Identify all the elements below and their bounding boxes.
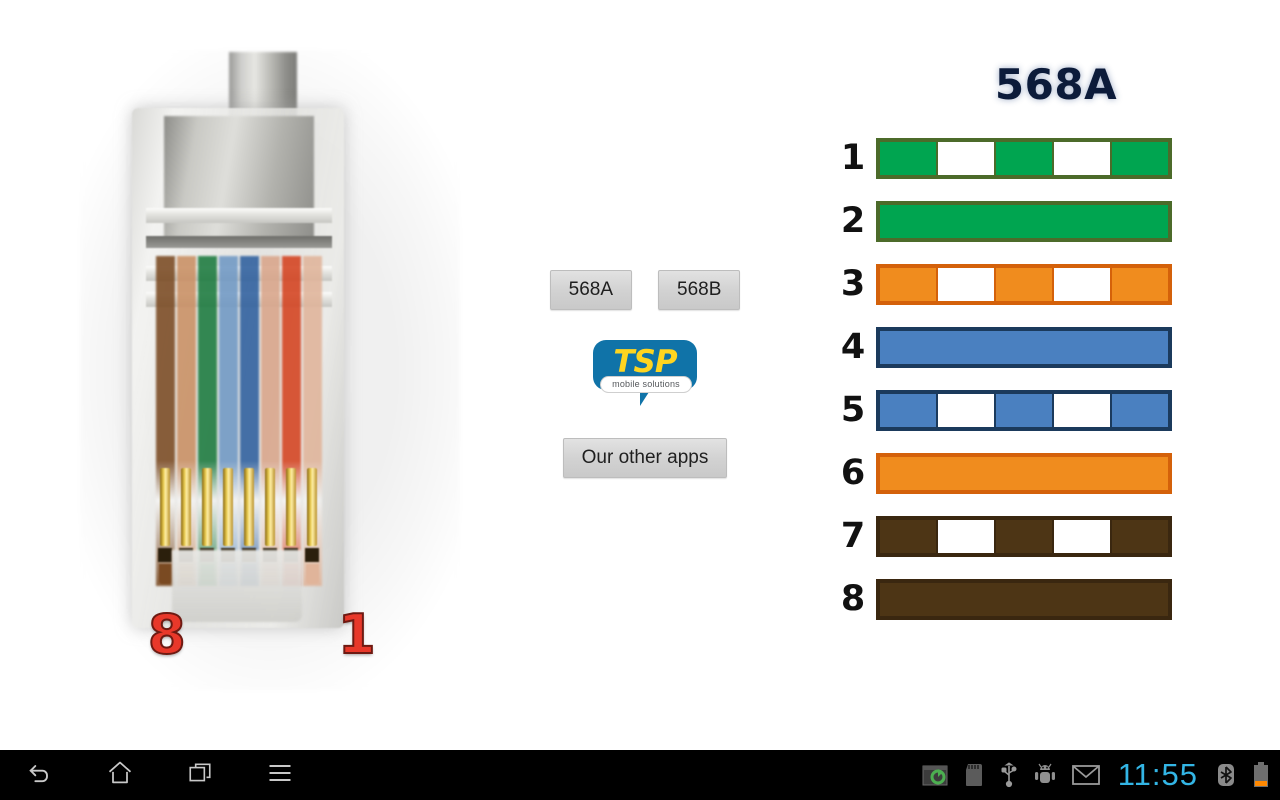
connector-gold-pin (307, 468, 317, 546)
connector-gold-pin (244, 468, 254, 546)
wire-stripe-color (996, 142, 1052, 175)
our-other-apps-button[interactable]: Our other apps (562, 438, 728, 478)
wiring-diagram: 568A 1 2 3 4 5 6 7 8 (830, 60, 1230, 631)
wire-color-bar (876, 516, 1172, 557)
wire-row: 2 (830, 190, 1230, 253)
connector-shield (164, 116, 314, 244)
wire-pin-number: 8 (840, 579, 866, 619)
tsp-logo[interactable]: TSP mobile solutions (593, 340, 697, 412)
connector-pin-cap (158, 548, 172, 562)
logo-wordmark: TSP (613, 344, 677, 380)
back-button[interactable] (0, 750, 80, 800)
wire-row: 1 (830, 127, 1230, 190)
recent-apps-icon (187, 760, 213, 791)
android-debug-icon[interactable] (1034, 763, 1056, 787)
connector-gold-pin (223, 468, 233, 546)
connector-gold-pin (265, 468, 275, 546)
connector-pin-cap (305, 548, 319, 562)
connector-ridge (146, 236, 332, 248)
android-system-bar: 11:55 (0, 750, 1280, 800)
connector-gold-pin (286, 468, 296, 546)
wire-stripe-color (1112, 142, 1168, 175)
wire-stripe-white (936, 142, 996, 175)
wire-color-bar (876, 390, 1172, 431)
battery-low-icon[interactable] (1252, 762, 1270, 788)
wire-pin-number: 2 (840, 201, 866, 241)
wire-row: 8 (830, 568, 1230, 631)
connector-pin-tip (306, 564, 319, 584)
recent-apps-button[interactable] (160, 750, 240, 800)
sync-icon[interactable] (922, 764, 948, 786)
connector-gold-pin (160, 468, 170, 546)
sd-card-icon[interactable] (964, 763, 984, 787)
home-icon (106, 759, 134, 792)
logo-container: TSP mobile solutions (520, 340, 770, 412)
wire-stripe-white (936, 520, 996, 553)
app-content: 8 1 568A 568B TSP mobile solutions Our o… (0, 0, 1280, 750)
logo-tagline: mobile solutions (600, 376, 692, 393)
wire-pin-number: 4 (840, 327, 866, 367)
standard-568b-button[interactable]: 568B (658, 270, 741, 310)
connector-gold-pin (202, 468, 212, 546)
navigation-keys (0, 750, 320, 800)
wire-stripe-color (1112, 268, 1168, 301)
connector-gold-pin (181, 468, 191, 546)
wire-pin-number: 3 (840, 264, 866, 304)
wire-stripe-color (996, 520, 1052, 553)
wire-stripe-color (880, 142, 936, 175)
menu-icon (266, 761, 294, 790)
wire-stripe-color (1112, 394, 1168, 427)
wire-row: 3 (830, 253, 1230, 316)
pin-number-right: 1 (337, 603, 377, 666)
wire-color-bar (876, 453, 1172, 494)
rj45-connector-photo: 8 1 (60, 30, 480, 710)
wire-stripe-white (1052, 142, 1112, 175)
wire-stripe-white (936, 268, 996, 301)
status-clock: 11:55 (1117, 757, 1198, 792)
wire-color-bar (876, 579, 1172, 620)
wire-stripe-color (996, 268, 1052, 301)
connector-latch (172, 550, 302, 622)
wire-row: 5 (830, 379, 1230, 442)
wire-bundle (156, 256, 324, 586)
usb-icon[interactable] (1000, 762, 1018, 788)
wire-color-bar (876, 201, 1172, 242)
standard-selector: 568A 568B (520, 270, 770, 310)
wire-color-bar (876, 138, 1172, 179)
logo-bubble-tail (640, 392, 649, 406)
wire-pin-number: 5 (840, 390, 866, 430)
wire-stripe-color (880, 520, 936, 553)
wire-row: 6 (830, 442, 1230, 505)
standard-568a-button[interactable]: 568A (549, 270, 632, 310)
gmail-icon[interactable] (1071, 764, 1100, 786)
status-icons: 11:55 (922, 750, 1270, 800)
back-arrow-icon (26, 759, 54, 792)
wire-stripe-white (1052, 394, 1112, 427)
bluetooth-icon[interactable] (1216, 763, 1236, 787)
wire-stripe-white (1052, 520, 1112, 553)
wire-pin-number: 6 (840, 453, 866, 493)
wire-pin-number: 1 (840, 138, 866, 178)
wire-stripe-color (880, 394, 936, 427)
wire-color-bar (876, 264, 1172, 305)
wire-stripe-color (1112, 520, 1168, 553)
connector-pin-tip (159, 564, 172, 584)
wire-stripe-color (880, 268, 936, 301)
other-apps-container: Our other apps (520, 438, 770, 478)
wire-stripe-color (996, 394, 1052, 427)
wire-pin-number: 7 (840, 516, 866, 556)
diagram-title: 568A (994, 60, 1118, 109)
connector-ridge (146, 208, 332, 223)
menu-button[interactable] (240, 750, 320, 800)
wire-row: 4 (830, 316, 1230, 379)
home-button[interactable] (80, 750, 160, 800)
pin-number-left: 8 (147, 603, 187, 666)
wire-row: 7 (830, 505, 1230, 568)
wire-stripe-white (1052, 268, 1112, 301)
controls-panel: 568A 568B TSP mobile solutions Our other… (520, 270, 770, 478)
wire-color-bar (876, 327, 1172, 368)
wire-rows-list: 1 2 3 4 5 6 7 8 (830, 127, 1230, 631)
wire-stripe-white (936, 394, 996, 427)
